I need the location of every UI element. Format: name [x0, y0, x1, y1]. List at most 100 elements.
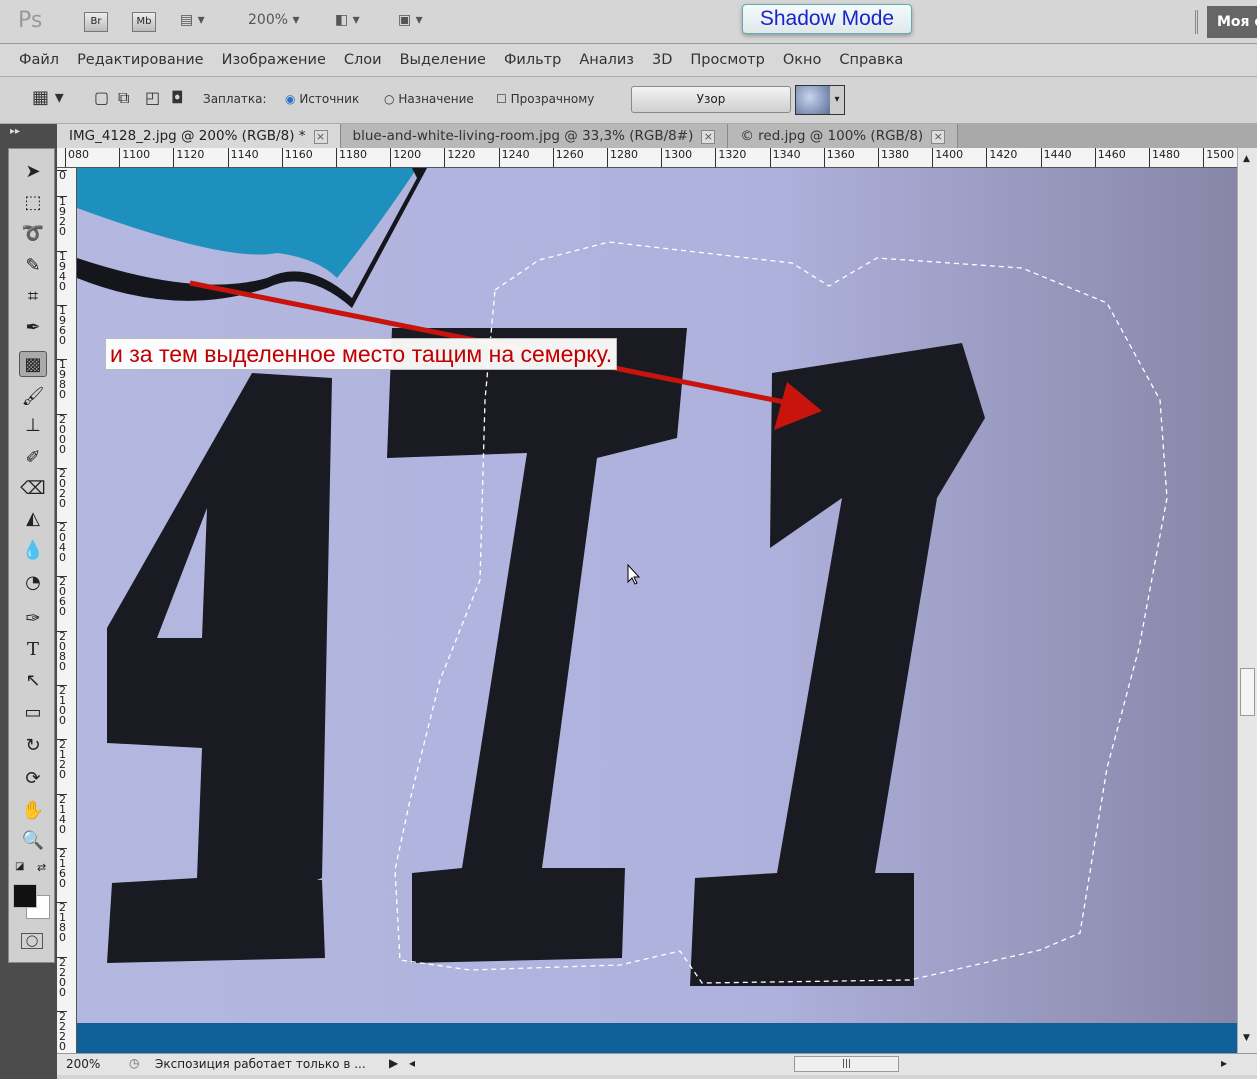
scroll-down-icon[interactable]: ▼ — [1243, 1033, 1250, 1043]
checkbox-icon: ☐ — [496, 92, 507, 106]
horizontal-scroll-thumb[interactable]: ||| — [794, 1056, 899, 1072]
scroll-thumb[interactable] — [1240, 668, 1255, 716]
source-radio[interactable]: ◉ Источник — [285, 92, 359, 106]
zoom-tool[interactable]: 🔍 — [19, 828, 47, 854]
menu-view[interactable]: Просмотр — [681, 45, 773, 76]
scroll-left-icon[interactable]: ◂ — [409, 1056, 415, 1070]
selection-mode-add[interactable]: ⧉ — [118, 88, 129, 108]
ruler-label: 2120 — [57, 738, 67, 782]
rectangular-marquee-tool[interactable]: ⬚ — [19, 190, 47, 216]
move-tool[interactable]: ➤ — [19, 159, 47, 185]
photoshop-logo: Ps — [18, 8, 43, 33]
ruler-label: 2080 — [57, 629, 67, 673]
ruler-label: 2140 — [57, 792, 67, 836]
menu-filter[interactable]: Фильтр — [495, 45, 570, 76]
close-icon[interactable]: × — [701, 130, 716, 144]
tab-label: © red.jpg @ 100% (RGB/8) — [740, 128, 924, 144]
menu-edit[interactable]: Редактирование — [68, 45, 213, 76]
ruler-label: 1280 — [607, 148, 638, 167]
ruler-label: 2100 — [57, 684, 67, 727]
menu-window[interactable]: Окно — [774, 45, 831, 76]
mini-bridge-button[interactable]: Mb — [132, 12, 156, 32]
menu-analysis[interactable]: Анализ — [570, 45, 643, 76]
workspace-switcher[interactable]: Моя среда — [1207, 6, 1257, 38]
view-extras-dropdown[interactable]: ▤ ▾ — [180, 12, 205, 28]
radio-selected-icon: ◉ — [285, 92, 296, 106]
menu-bar: Файл Редактирование Изображение Слои Выд… — [0, 45, 1257, 77]
ruler-label: 2000 — [57, 412, 67, 456]
blur-tool[interactable]: 💧 — [19, 538, 47, 564]
eraser-tool[interactable]: ⌫ — [19, 476, 47, 502]
3d-orbit-tool[interactable]: ⟳ — [19, 766, 47, 792]
quick-mask-icon[interactable]: ◯ — [21, 933, 43, 949]
menu-select[interactable]: Выделение — [391, 45, 495, 76]
transparent-checkbox[interactable]: ☐ Прозрачному — [496, 92, 594, 106]
menu-help[interactable]: Справка — [830, 45, 912, 76]
history-brush-tool[interactable]: ✐ — [19, 445, 47, 471]
ruler-label: 1980 — [57, 358, 67, 402]
bridge-button[interactable]: Br — [84, 12, 108, 32]
shadow-mode-button[interactable]: Shadow Mode — [742, 4, 912, 34]
vertical-scrollbar[interactable]: ▲ ▼ — [1237, 148, 1257, 1053]
clone-stamp-tool[interactable]: ⊥ — [19, 413, 47, 439]
lasso-tool[interactable]: ➰ — [19, 221, 47, 247]
hand-tool[interactable]: ✋ — [19, 798, 47, 824]
status-zoom[interactable]: 200% — [66, 1057, 100, 1071]
foreground-color-swatch[interactable] — [13, 884, 37, 908]
ruler-label: 2200 — [57, 955, 67, 999]
menu-3d[interactable]: 3D — [643, 45, 681, 76]
menu-layers[interactable]: Слои — [335, 45, 391, 76]
ruler-label: 1220 — [444, 148, 475, 167]
ruler-label: 1200 — [390, 148, 421, 167]
eyedropper-tool[interactable]: ✒ — [19, 315, 47, 341]
selection-mode-new[interactable]: ▢ — [94, 88, 109, 107]
3d-rotate-tool[interactable]: ↻ — [19, 733, 47, 759]
annotation-caption: и за тем выделенное место тащим на семер… — [105, 338, 618, 370]
destination-radio[interactable]: ○ Назначение — [384, 92, 474, 106]
swap-colors-icon[interactable]: ⇄ — [37, 861, 46, 874]
pattern-picker[interactable]: ▾ — [795, 85, 845, 115]
tool-preset-picker[interactable]: ▦ ▾ — [32, 87, 64, 108]
type-tool[interactable]: T — [19, 637, 47, 663]
path-selection-tool[interactable]: ↖ — [19, 668, 47, 694]
ruler-label: 1960 — [57, 303, 67, 347]
selection-mode-intersect[interactable]: ◘ — [171, 88, 184, 107]
collapse-panel-icon[interactable]: ▸▸ — [10, 126, 20, 137]
tab-img-4128[interactable]: IMG_4128_2.jpg @ 200% (RGB/8) * × — [57, 124, 341, 148]
crop-tool[interactable]: ⌗ — [19, 284, 47, 310]
ruler-label: 1480 — [1149, 148, 1180, 167]
ruler-label: 2220 — [57, 1009, 67, 1053]
zoom-level-dropdown[interactable]: 200% ▾ — [248, 12, 300, 28]
scroll-right-icon[interactable]: ▸ — [1221, 1056, 1227, 1070]
close-icon[interactable]: × — [931, 130, 946, 144]
ruler-label: 1500 — [1203, 148, 1234, 167]
rectangle-tool[interactable]: ▭ — [19, 700, 47, 726]
quick-selection-tool[interactable]: ✎ — [19, 253, 47, 279]
menu-file[interactable]: Файл — [10, 45, 68, 76]
menu-image[interactable]: Изображение — [213, 45, 335, 76]
tab-red[interactable]: © red.jpg @ 100% (RGB/8) × — [728, 124, 959, 148]
patch-tool[interactable]: ▩ — [19, 351, 47, 377]
document-canvas[interactable] — [77, 168, 1237, 1053]
horizontal-ruler: 080 1100 1120 1140 1160 1180 1200 1220 1240 1260 1… — [57, 148, 1237, 168]
status-menu-arrow-icon[interactable]: ▶ — [389, 1056, 398, 1070]
application-bar: Ps Br Mb ▤ ▾ 200% ▾ ◧ ▾ ▣ ▾ Shadow Mode … — [0, 0, 1257, 44]
document-tabs: IMG_4128_2.jpg @ 200% (RGB/8) * × blue-an… — [57, 124, 1257, 148]
tab-living-room[interactable]: blue-and-white-living-room.jpg @ 33,3% (… — [340, 124, 729, 148]
close-icon[interactable]: × — [313, 130, 328, 144]
pen-tool[interactable]: ✑ — [19, 606, 47, 632]
image-content — [77, 168, 1237, 1053]
screen-mode-dropdown[interactable]: ▣ ▾ — [398, 12, 423, 28]
paint-bucket-tool[interactable]: ◭ — [19, 506, 47, 532]
ruler-label: 1380 — [878, 148, 909, 167]
dodge-tool[interactable]: ◔ — [19, 570, 47, 596]
selection-mode-subtract[interactable]: ◰ — [145, 88, 160, 107]
brush-tool[interactable]: 🖌 — [19, 384, 47, 410]
default-colors-icon[interactable]: ◪ — [15, 861, 24, 872]
arrange-documents-dropdown[interactable]: ◧ ▾ — [335, 12, 360, 28]
ruler-label: 2060 — [57, 575, 67, 619]
scroll-up-icon[interactable]: ▲ — [1243, 154, 1250, 164]
options-bar: ▦ ▾ ▢ ⧉ ◰ ◘ Заплатка: ◉ Источник ○ Назна… — [0, 78, 1257, 124]
use-pattern-button[interactable]: Узор — [631, 86, 791, 113]
ruler-label: 1360 — [823, 148, 855, 167]
